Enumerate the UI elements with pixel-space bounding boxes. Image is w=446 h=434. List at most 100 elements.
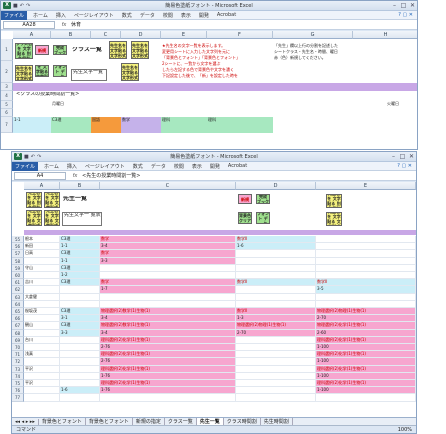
ribbon-tab-view[interactable]: 表示 [181,12,191,19]
lesson-cell[interactable]: 1-76 [100,372,236,380]
ribbon-tab-review[interactable]: 校閲 [163,12,173,19]
lesson-cell[interactable]: C3理 [60,250,100,258]
lesson-cell[interactable]: 1-76 [100,387,236,395]
row-header[interactable]: 72 [12,358,24,366]
lesson-cell[interactable]: 1-6 [60,387,100,395]
lesson-cell[interactable]: 理科選択(2)化学(1)生物(1) [100,380,236,388]
teacher-name-cell[interactable] [24,272,60,280]
lesson-cell[interactable]: 1-2 [60,272,100,280]
lesson-cell[interactable] [236,387,316,395]
lesson-cell[interactable] [236,358,316,366]
sheet-front[interactable]: A B C D E 先生名を 文字貼る 別名保存 先生名を 文字貼る 文字形式 … [12,182,416,417]
col-header-c[interactable]: C [91,31,121,39]
aux-button-1[interactable]: 先生名を 文字貼る 文字形式 [131,41,149,59]
row-header[interactable]: 74 [12,372,24,380]
name-box[interactable]: AA28 [3,20,55,29]
lesson-cell[interactable]: 国語 [91,117,121,133]
lesson-cell[interactable] [236,257,316,265]
font-data-button[interactable]: フォント データ [53,65,67,77]
lesson-cell[interactable]: C3理 [51,117,91,133]
teacher-name-cell[interactable]: 浅真 [24,351,60,359]
name-box[interactable]: A4 [14,171,66,180]
ribbon-tab-review[interactable]: 校閲 [174,163,184,170]
teacher-name-cell[interactable]: 台川 [24,336,60,344]
row-header[interactable]: 4 [1,91,13,101]
row-header[interactable]: 1 [1,39,13,61]
minimize-icon[interactable]: – [389,153,398,160]
font-data-button[interactable]: フォント データ [256,212,270,224]
teacher-name-cell[interactable] [24,300,60,308]
sheet-tab[interactable]: 背景色とフォント [86,418,133,425]
row-header[interactable]: 70 [12,344,24,352]
lesson-cell[interactable]: 物理選択(2)数学(1)生物(1) [100,322,236,330]
row-header[interactable]: 69 [12,336,24,344]
lesson-cell[interactable]: 3-4 [100,243,236,251]
ribbon-tab-developer[interactable]: 開発 [199,12,209,19]
lesson-cell[interactable] [316,250,416,258]
teacher-name-cell[interactable] [24,394,60,402]
col-header-f[interactable]: F [207,31,273,39]
lesson-cell[interactable]: 数学 [100,236,236,244]
chouhyou-button[interactable]: 先生名を 文字貼る 文字形式 [35,65,49,77]
lesson-cell[interactable] [60,372,100,380]
lesson-cell[interactable]: 物理選択(2)数学(1)生物(1) [100,308,236,316]
row-header[interactable]: 65 [12,308,24,316]
aux-button-2[interactable]: 先生名を 文字貼る 文字形式 [121,63,139,81]
close-icon[interactable]: ✕ [407,153,416,160]
lesson-cell[interactable] [236,344,316,352]
lesson-cell[interactable]: 理科 [207,117,273,133]
help-icon[interactable]: ? ▢ ✕ [398,12,413,18]
lesson-cell[interactable]: 2-76 [100,344,236,352]
col-header-d[interactable]: D [121,31,161,39]
formula-input[interactable]: 休育 [71,21,81,28]
row-header[interactable]: 67 [12,322,24,330]
lesson-cell[interactable] [100,272,236,280]
row-header[interactable]: 55 [12,236,24,244]
row-header[interactable]: 64 [12,300,24,308]
ribbon-tab-developer[interactable]: 開発 [210,163,220,170]
row-header[interactable]: 58 [12,257,24,265]
lesson-cell[interactable]: 理科選択(2)化学(1)生物(1) [316,351,416,359]
teacher-name-cell[interactable]: 平沢 [24,365,60,373]
lesson-cell[interactable]: 数学II [236,236,316,244]
teacher-name-cell[interactable] [24,358,60,366]
lesson-cell[interactable]: 物理選択(2)物理(1)生物(1) [236,322,316,330]
lesson-cell[interactable] [100,264,236,272]
lesson-cell[interactable] [236,264,316,272]
teacher-name-button-1[interactable]: 先生名を 文字貼る 別名保存 [26,192,42,208]
lesson-cell[interactable] [316,394,416,402]
row-header[interactable]: 77 [12,394,24,402]
lesson-cell[interactable] [100,300,236,308]
ribbon-tab-acrobat[interactable]: Acrobat [228,163,247,169]
sheet-tab-active[interactable]: 先生一覧 [196,418,224,425]
lesson-cell[interactable]: 理科選択(2)化学(1)生物(1) [316,380,416,388]
row-header[interactable]: 61 [12,279,24,287]
maximize-icon[interactable]: □ [398,153,407,160]
teacher-name-cell[interactable] [24,344,60,352]
lesson-cell[interactable]: C3理 [60,264,100,272]
teacher-name-cell[interactable]: 守山 [24,264,60,272]
ribbon-tab-insert[interactable]: 挿入 [56,12,66,19]
minimize-icon[interactable]: – [390,2,399,9]
fx-icon[interactable]: fx [57,22,71,28]
lesson-cell[interactable]: 1-7 [100,286,236,294]
sheet-tab[interactable]: 背景色とフォント [39,418,86,425]
lesson-cell[interactable]: 2-60 [316,329,416,337]
ribbon-tab-layout[interactable]: ページレイアウト [74,12,114,19]
lesson-cell[interactable] [236,351,316,359]
save-icon[interactable]: ■ [13,3,18,9]
ribbon-tab-data[interactable]: データ [151,163,166,170]
lesson-cell[interactable]: 1-100 [316,372,416,380]
row-header[interactable]: 63 [12,293,24,301]
teacher-name-button-2[interactable]: 先生名を 文字貼る 文字形式 [44,192,60,208]
lesson-cell[interactable]: 理科選択(2)化学(1)生物(1) [100,336,236,344]
lesson-cell[interactable]: 1-6 [236,243,316,251]
col-header-g[interactable]: G [273,31,353,39]
lesson-cell[interactable]: 数学II [236,279,316,287]
sheet-tab[interactable]: クラス時間割 [224,418,261,425]
undo-icon[interactable]: ↶ [20,3,24,9]
lesson-cell[interactable] [316,243,416,251]
bg-clear-button[interactable]: 背景色 クリア [238,212,252,224]
lesson-cell[interactable]: 1-3 [236,315,316,323]
ribbon-tab-home[interactable]: ホーム [33,12,48,19]
